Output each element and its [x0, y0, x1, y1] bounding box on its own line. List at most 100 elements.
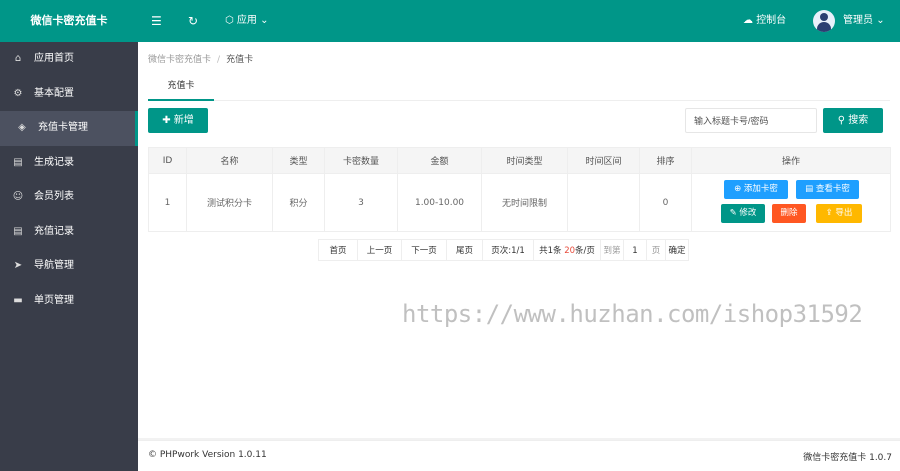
export-icon: ⇪	[825, 207, 833, 218]
page-prev-button[interactable]: 上一页	[357, 239, 402, 261]
column-header: 时间类型	[481, 147, 568, 174]
document-icon: ▤	[805, 183, 814, 194]
cell-sort: 0	[639, 173, 692, 232]
sidebar-item-members[interactable]: ☺ 会员列表	[0, 180, 138, 215]
sidebar-item-card-management[interactable]: ◈ 充值卡管理	[0, 111, 138, 146]
search-input[interactable]	[685, 108, 817, 133]
column-header: 操作	[691, 147, 891, 174]
plus-icon: ✚	[162, 115, 171, 126]
sidebar-item-home[interactable]: ⌂ 应用首页	[0, 42, 138, 77]
user-icon: ☺	[12, 191, 24, 202]
total-info: 共1条 20条/页	[533, 239, 601, 261]
user-menu-label: 管理员	[843, 15, 873, 26]
total-count: 共1条	[539, 246, 562, 256]
tab-bar: 充值卡	[148, 75, 890, 101]
cell-time-range	[567, 173, 640, 232]
page-unit-label: 页	[646, 239, 666, 261]
view-card-label: 查看卡密	[815, 183, 850, 194]
navigation-icon: ➤	[13, 260, 23, 271]
sidebar-item-single-page[interactable]: ▬ 单页管理	[0, 284, 138, 319]
table-row: 1 测试积分卡 积分 3 1.00-10.00 无时间限制 0 ⊕ 添加卡密 ▤	[148, 173, 891, 232]
avatar-body-shape	[817, 22, 831, 32]
row-actions: ⊕ 添加卡密 ▤ 查看卡密 ✎ 修改 删除 ⇪ 导出	[692, 175, 890, 231]
cell-name: 测试积分卡	[186, 173, 273, 232]
sidebar-item-label: 应用首页	[34, 53, 74, 64]
sidebar-item-recharge-records[interactable]: ▤ 充值记录	[0, 215, 138, 250]
apps-menu-label: 应用	[236, 15, 257, 26]
search-button-label: 搜索	[848, 115, 869, 126]
pagination: 首页 上一页 下一页 尾页 页次:1/1 共1条 20条/页 到第 1 页 确定	[318, 239, 718, 261]
edit-label: 修改	[739, 207, 757, 218]
console-link[interactable]: ☁ 控制台	[743, 0, 786, 42]
cell-time-type: 无时间限制	[481, 173, 568, 232]
document-icon: ▤	[13, 156, 23, 168]
sidebar-item-label: 生成记录	[34, 156, 74, 168]
page-confirm-button[interactable]: 确定	[665, 239, 689, 261]
add-button-label: 新增	[173, 115, 194, 126]
cube-icon: ⬡	[225, 15, 234, 26]
page-last-button[interactable]: 尾页	[446, 239, 483, 261]
layers-icon: ◈	[18, 122, 26, 133]
tab-recharge-card[interactable]: 充值卡	[148, 75, 214, 101]
search-button[interactable]: ⚲ 搜索	[823, 108, 883, 133]
per-page-count: 20	[564, 246, 576, 256]
column-header: 金额	[397, 147, 482, 174]
per-page-unit: 条/页	[575, 246, 595, 256]
app-logo[interactable]: 微信卡密充值卡	[0, 0, 138, 42]
page-first-button[interactable]: 首页	[318, 239, 358, 261]
main-content: 微信卡密充值卡/充值卡 充值卡 ✚ 新增 ⚲ 搜索 ID 名称 类型 卡密数量 …	[138, 42, 900, 438]
avatar[interactable]	[813, 10, 835, 32]
column-header: 类型	[272, 147, 325, 174]
table-header-row: ID 名称 类型 卡密数量 金额 时间类型 时间区间 排序 操作	[148, 147, 891, 174]
sidebar-item-config[interactable]: ⚙ 基本配置	[0, 77, 138, 112]
chevron-down-icon: ⌄	[876, 15, 885, 26]
gear-icon: ⚙	[13, 87, 23, 99]
page-number-input[interactable]: 1	[623, 239, 647, 261]
product-version: 微信卡密充值卡 1.0.7	[803, 453, 892, 463]
sidebar-item-navigation[interactable]: ➤ 导航管理	[0, 249, 138, 284]
home-icon: ⌂	[14, 53, 22, 64]
page-info: 页次:1/1	[482, 239, 534, 261]
console-label: 控制台	[756, 15, 787, 26]
breadcrumb-separator: /	[217, 55, 221, 65]
add-button[interactable]: ✚ 新增	[148, 108, 208, 133]
cell-count: 3	[324, 173, 398, 232]
delete-button[interactable]: 删除	[772, 203, 806, 223]
menu-toggle-icon[interactable]: ☰	[151, 0, 162, 42]
export-button[interactable]: ⇪ 导出	[816, 203, 862, 223]
sidebar-item-label: 会员列表	[34, 191, 74, 202]
breadcrumb-current: 充值卡	[226, 55, 254, 65]
page-next-button[interactable]: 下一页	[401, 239, 447, 261]
sidebar-item-label: 单页管理	[34, 294, 74, 306]
breadcrumb: 微信卡密充值卡 / 充值卡	[148, 52, 253, 65]
breadcrumb-root[interactable]: 微信卡密充值卡	[148, 55, 211, 65]
apps-menu[interactable]: ⬡ 应用 ⌄	[225, 0, 269, 42]
cards-table: ID 名称 类型 卡密数量 金额 时间类型 时间区间 排序 操作 1 测试积分卡…	[148, 147, 891, 232]
edit-button[interactable]: ✎ 修改	[721, 203, 765, 223]
refresh-icon[interactable]: ↻	[188, 0, 198, 42]
footer: © PHPwork Version 1.0.11 微信卡密充值卡 1.0.7	[138, 440, 900, 471]
column-header: 卡密数量	[324, 147, 398, 174]
cell-amount: 1.00-10.00	[397, 173, 482, 232]
export-label: 导出	[835, 207, 853, 218]
add-card-button[interactable]: ⊕ 添加卡密	[724, 179, 788, 199]
sidebar-item-generate-records[interactable]: ▤ 生成记录	[0, 146, 138, 181]
cell-actions: ⊕ 添加卡密 ▤ 查看卡密 ✎ 修改 删除 ⇪ 导出	[691, 173, 891, 232]
column-header: ID	[148, 147, 187, 174]
copyright-text: © PHPwork Version 1.0.11	[148, 450, 267, 460]
pencil-icon: ✎	[729, 207, 737, 218]
chevron-down-icon: ⌄	[260, 15, 269, 26]
cell-id: 1	[148, 173, 187, 232]
add-card-label: 添加卡密	[743, 183, 778, 194]
avatar-head-shape	[820, 13, 828, 21]
cell-type: 积分	[272, 173, 325, 232]
user-menu[interactable]: 管理员 ⌄	[843, 0, 885, 42]
cloud-icon: ☁	[743, 15, 753, 26]
sidebar-item-label: 充值卡管理	[38, 122, 88, 133]
top-header: 微信卡密充值卡 ☰ ↻ ⬡ 应用 ⌄ ☁ 控制台 管理员 ⌄	[0, 0, 900, 42]
sidebar-item-label: 基本配置	[34, 87, 74, 99]
column-header: 名称	[186, 147, 273, 174]
view-card-button[interactable]: ▤ 查看卡密	[796, 179, 859, 199]
column-header: 排序	[639, 147, 692, 174]
sidebar: ⌂ 应用首页 ⚙ 基本配置 ◈ 充值卡管理 ▤ 生成记录 ☺ 会员列表 ▤ 充值…	[0, 42, 138, 471]
